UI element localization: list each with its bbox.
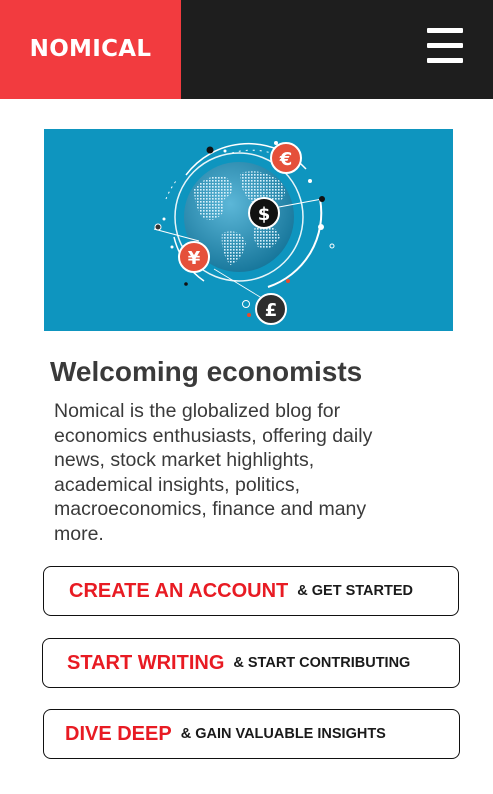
- page-title: Welcoming economists: [50, 356, 363, 387]
- create-account-label: CREATE AN ACCOUNT: [69, 579, 289, 602]
- start-writing-button[interactable]: START WRITING & START CONTRIBUTING: [42, 638, 460, 688]
- svg-text:$: $: [258, 204, 271, 225]
- brand-logo[interactable]: NOMICAL: [0, 0, 181, 99]
- create-account-button[interactable]: CREATE AN ACCOUNT & GET STARTED: [43, 566, 459, 616]
- svg-text:£: £: [265, 300, 278, 321]
- hamburger-menu-icon[interactable]: [424, 26, 466, 64]
- dive-deep-button[interactable]: DIVE DEEP & GAIN VALUABLE INSIGHTS: [43, 709, 460, 759]
- start-writing-sublabel: & START CONTRIBUTING: [233, 655, 411, 671]
- hero-image: € $ ¥ £: [44, 129, 453, 331]
- header: NOMICAL: [0, 0, 493, 99]
- start-writing-label: START WRITING: [67, 651, 225, 674]
- globe-icon: [153, 141, 335, 317]
- dive-deep-label: DIVE DEEP: [65, 722, 172, 745]
- yen-coin-icon: ¥: [178, 241, 210, 273]
- svg-text:¥: ¥: [188, 248, 201, 269]
- pound-coin-icon: £: [255, 293, 287, 325]
- create-account-sublabel: & GET STARTED: [297, 583, 413, 599]
- dive-deep-sublabel: & GAIN VALUABLE INSIGHTS: [180, 726, 386, 742]
- intro-description: Nomical is the globalized blog for econo…: [54, 400, 373, 545]
- euro-coin-icon: €: [270, 142, 302, 174]
- dollar-coin-icon: $: [248, 197, 280, 229]
- svg-text:€: €: [279, 149, 293, 170]
